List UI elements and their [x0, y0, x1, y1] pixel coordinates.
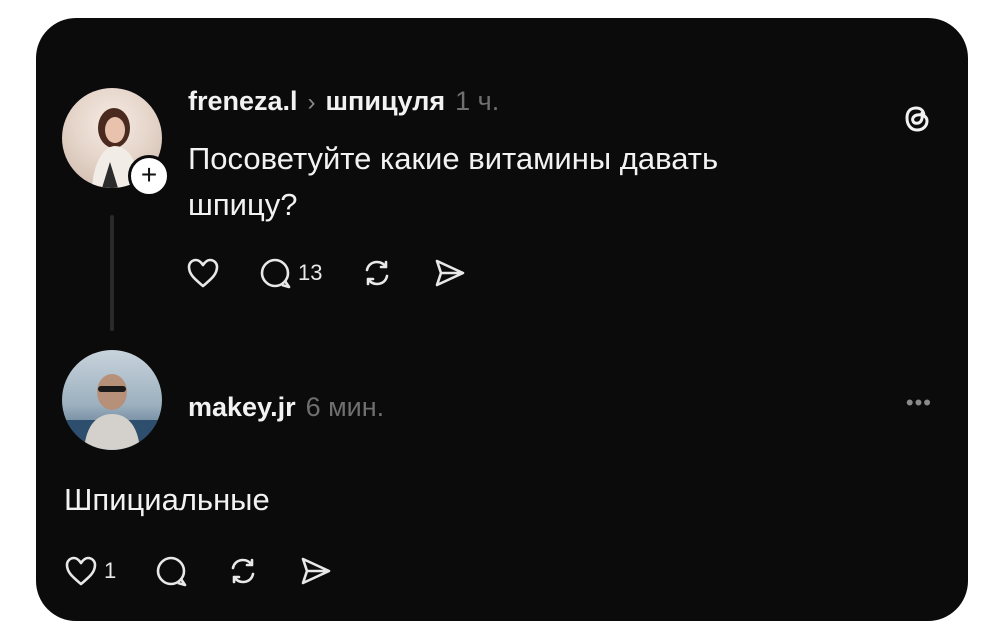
post-actions: 13 — [186, 256, 466, 290]
reply-comment-button[interactable] — [154, 554, 188, 588]
reply-actions: 1 — [64, 554, 332, 588]
more-options-icon[interactable]: ••• — [906, 390, 932, 416]
comment-icon — [156, 556, 187, 587]
reply-repost-button[interactable] — [226, 554, 260, 588]
repost-icon — [366, 260, 389, 286]
post-header: freneza.l › шпицуля 1 ч. — [188, 86, 499, 122]
reply-like-button[interactable]: 1 — [64, 555, 116, 587]
reply-time: 6 мин. — [305, 392, 385, 422]
comment-icon — [260, 258, 291, 289]
follow-plus-icon[interactable]: + — [128, 155, 170, 197]
send-icon — [301, 557, 331, 585]
threads-logo-icon[interactable] — [900, 100, 934, 141]
reply-text: Шпициальные — [64, 482, 270, 517]
thread-connector-line — [110, 215, 114, 331]
post-author[interactable]: freneza.l — [188, 86, 298, 117]
reply-header: makey.jr 6 мин. — [188, 392, 384, 423]
comment-button[interactable]: 13 — [258, 256, 322, 290]
reply-share-button[interactable] — [298, 554, 332, 588]
repost-icon — [231, 558, 255, 584]
share-button[interactable] — [432, 256, 466, 290]
avatar-portrait-image — [62, 374, 162, 450]
post-time: 1 ч. — [455, 86, 500, 116]
send-icon — [436, 259, 465, 287]
chevron-right-icon: › — [307, 89, 316, 116]
post-text: Посоветуйте какие витамины давать шпицу? — [188, 141, 719, 222]
like-button[interactable] — [186, 257, 220, 289]
reply-author[interactable]: makey.jr — [188, 392, 296, 423]
heart-icon — [65, 556, 97, 586]
post-topic[interactable]: шпицуля — [326, 86, 446, 117]
repost-button[interactable] — [360, 256, 394, 290]
heart-icon — [187, 258, 219, 288]
thread-card: + freneza.l › шпицуля 1 ч. Посоветуйте к… — [36, 18, 968, 621]
avatar-makey[interactable] — [62, 350, 162, 450]
comment-count: 13 — [298, 260, 323, 285]
reply-like-count: 1 — [104, 558, 117, 583]
